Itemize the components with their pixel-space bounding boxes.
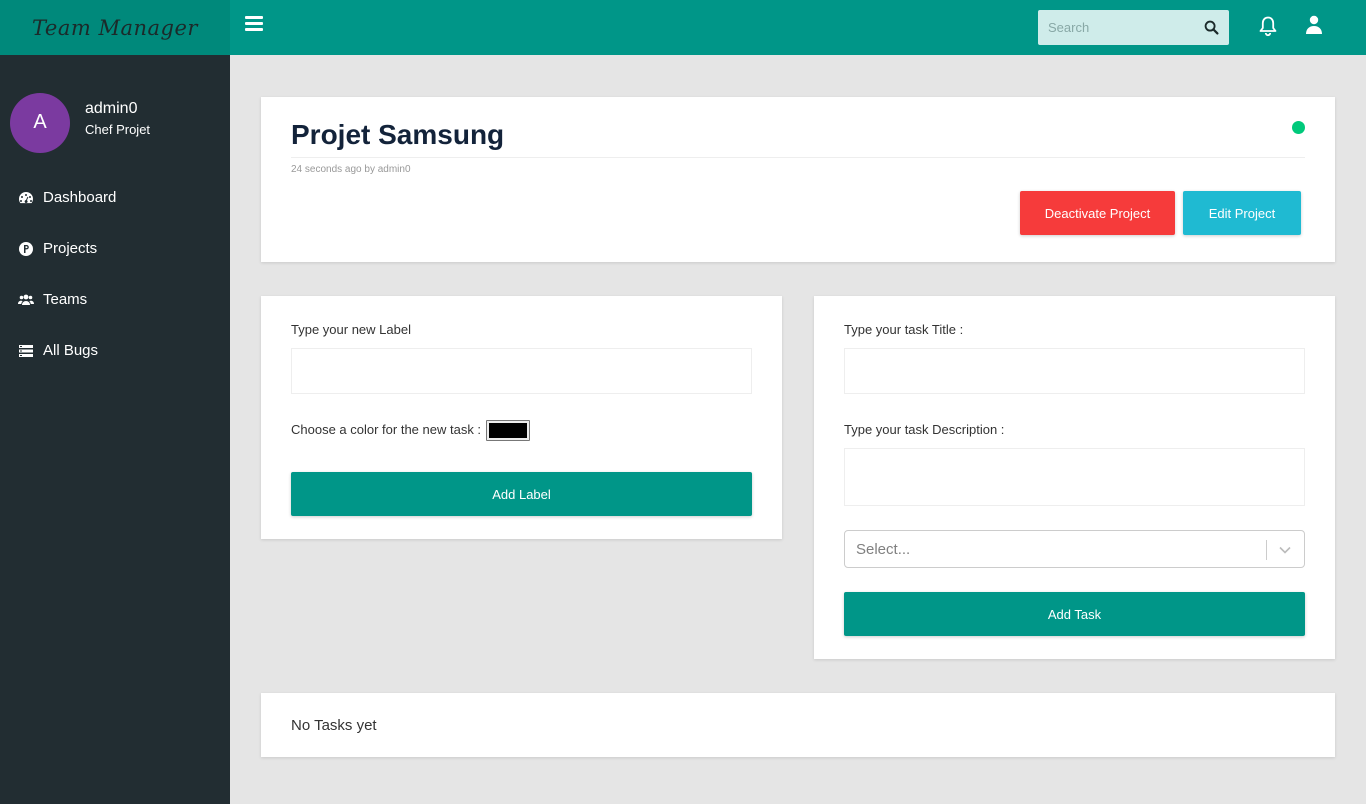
label-select[interactable]: Select... — [844, 530, 1305, 568]
divider — [291, 157, 1305, 158]
sidebar-item-dashboard[interactable]: Dashboard — [0, 172, 230, 223]
select-separator — [1266, 540, 1267, 560]
project-p-icon — [18, 241, 34, 257]
sidebar-item-label: Dashboard — [43, 189, 117, 206]
user-info: admin0 Chef Projet — [85, 100, 150, 137]
user-icon[interactable] — [1306, 15, 1322, 35]
label-form-card: Type your new Label Choose a color for t… — [261, 296, 782, 539]
tasks-list-card: No Tasks yet — [261, 693, 1335, 757]
project-header-card: Projet Samsung 24 seconds ago by admin0 … — [261, 97, 1335, 262]
label-color-row: Choose a color for the new task : — [291, 420, 530, 441]
task-title-prompt: Type your task Title : — [844, 322, 964, 337]
sidebar-item-label: Projects — [43, 240, 98, 257]
add-task-button[interactable]: Add Task — [844, 592, 1305, 636]
sidebar-item-label: All Bugs — [43, 342, 99, 359]
sidebar-item-all-bugs[interactable]: All Bugs — [0, 325, 230, 376]
sidebar-item-label: Teams — [43, 291, 88, 308]
user-role: Chef Projet — [85, 122, 151, 137]
sidebar-item-teams[interactable]: Teams — [0, 274, 230, 325]
sidebar: Team Manager A admin0 Chef Projet Dashbo… — [0, 0, 230, 804]
user-panel: A admin0 Chef Projet — [0, 55, 230, 165]
users-icon — [18, 292, 34, 308]
task-form-card: Type your task Title : Type your task De… — [814, 296, 1335, 659]
task-description-prompt: Type your task Description : — [844, 422, 1005, 437]
status-indicator — [1292, 121, 1305, 134]
select-placeholder: Select... — [856, 541, 911, 558]
task-description-input[interactable] — [844, 448, 1305, 506]
chevron-down-icon[interactable] — [1278, 543, 1292, 557]
list-icon — [18, 343, 34, 359]
empty-tasks-message: No Tasks yet — [291, 717, 377, 734]
search-input[interactable] — [1038, 20, 1193, 35]
avatar: A — [10, 92, 70, 153]
task-title-input[interactable] — [844, 348, 1305, 394]
menu-toggle-icon[interactable] — [245, 16, 263, 32]
topbar — [230, 0, 1366, 55]
project-meta: 24 seconds ago by admin0 — [291, 164, 411, 175]
project-title: Projet Samsung — [291, 119, 505, 150]
brand-logo[interactable]: Team Manager — [0, 0, 230, 55]
edit-project-button[interactable]: Edit Project — [1183, 191, 1301, 235]
dashboard-icon — [18, 190, 34, 206]
color-picker[interactable] — [485, 420, 530, 441]
label-name-prompt: Type your new Label — [291, 322, 411, 337]
brand-name: Team Manager — [32, 15, 198, 40]
sidebar-item-projects[interactable]: Projects — [0, 223, 230, 274]
search-box — [1038, 10, 1229, 45]
user-name: admin0 — [85, 100, 138, 117]
search-icon[interactable] — [1204, 20, 1219, 35]
label-name-input[interactable] — [291, 348, 752, 394]
deactivate-project-button[interactable]: Deactivate Project — [1020, 191, 1175, 235]
label-color-prompt: Choose a color for the new task : — [291, 421, 482, 437]
bell-icon[interactable] — [1258, 15, 1278, 37]
sidebar-nav: Dashboard Projects Teams All Bugs — [0, 172, 230, 376]
add-label-button[interactable]: Add Label — [291, 472, 752, 516]
